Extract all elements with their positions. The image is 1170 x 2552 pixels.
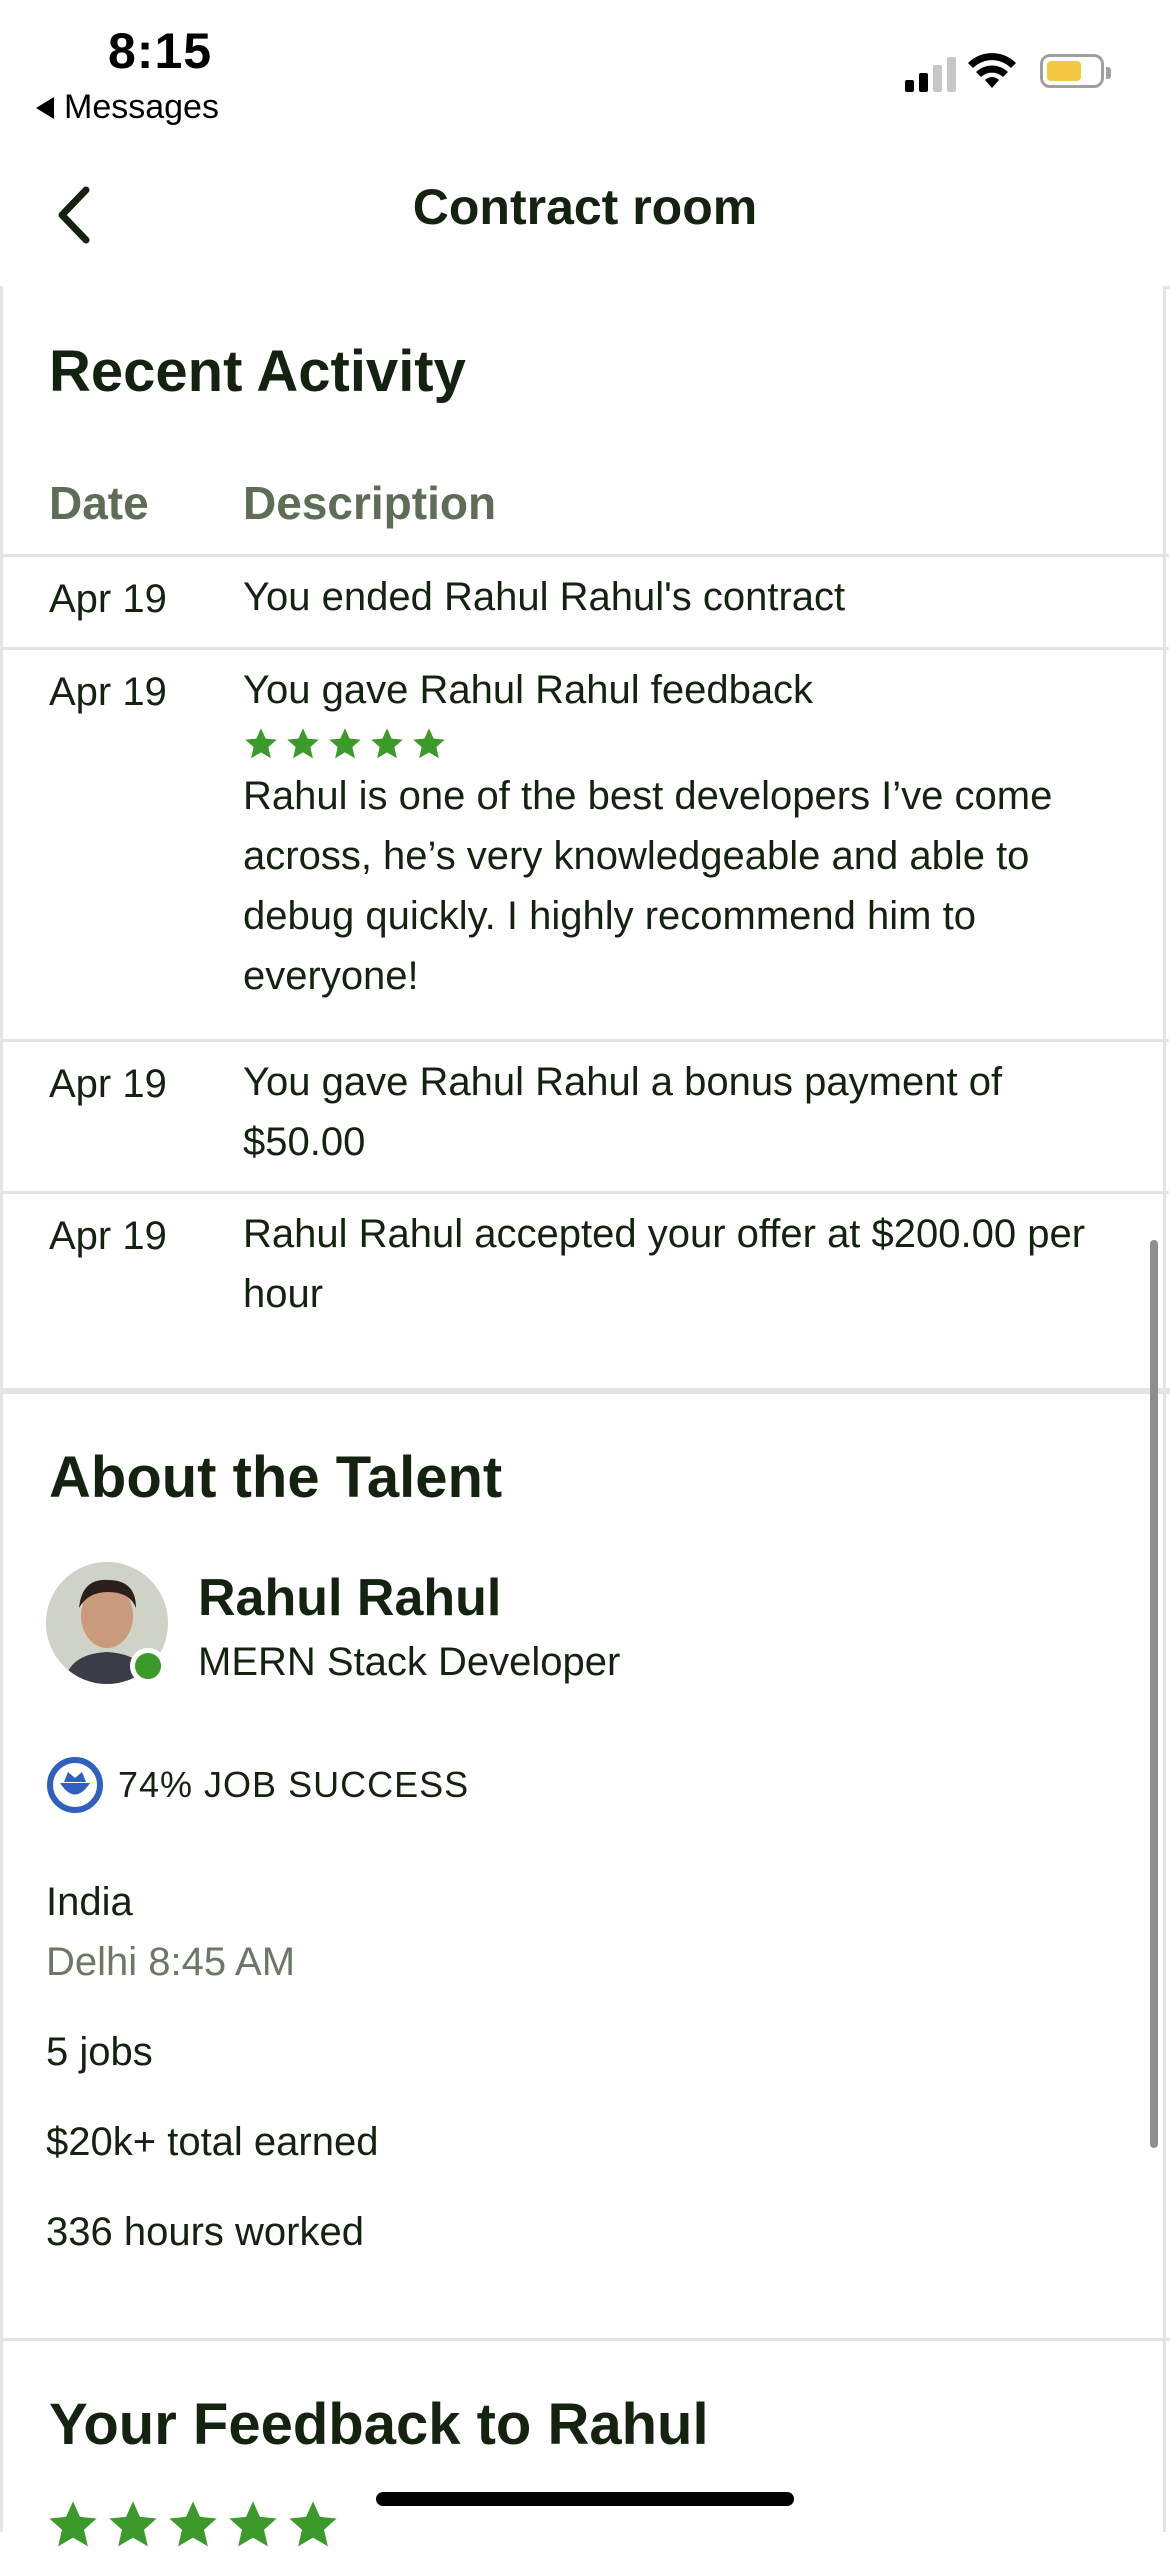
activity-description: You gave Rahul Rahul feedback xyxy=(243,668,814,712)
activity-row: Apr 19 You ended Rahul Rahul's contract xyxy=(3,554,1169,650)
about-talent-heading: About the Talent xyxy=(49,1445,503,1510)
navigation-bar: Contract room xyxy=(0,150,1170,289)
talent-country: India xyxy=(46,1880,133,1924)
activity-date: Apr 19 xyxy=(49,670,167,714)
scrollbar[interactable] xyxy=(1150,1240,1158,2148)
column-header-date: Date xyxy=(49,477,149,529)
star-icon xyxy=(329,728,361,759)
cellular-signal-icon xyxy=(905,54,956,92)
activity-feedback-block: You gave Rahul Rahul feedback Rahul is o… xyxy=(243,660,1123,1006)
activity-row: Apr 19 You gave Rahul Rahul a bonus paym… xyxy=(3,1039,1169,1194)
star-icon xyxy=(245,728,277,759)
activity-description: You ended Rahul Rahul's contract xyxy=(243,575,846,619)
recent-activity-panel: Recent Activity Date Description Apr 19 … xyxy=(0,286,1169,1388)
column-header-description: Description xyxy=(243,477,497,529)
status-time: 8:15 xyxy=(108,23,213,79)
star-icon xyxy=(289,2501,337,2547)
wifi-icon xyxy=(968,53,1016,88)
job-success-badge: 74% JOB SUCCESS xyxy=(46,1756,469,1814)
recent-activity-heading: Recent Activity xyxy=(49,339,466,404)
back-to-messages-link[interactable]: Messages xyxy=(36,88,219,127)
about-talent-panel: About the Talent xyxy=(0,1394,1166,2344)
feedback-heading: Your Feedback to Rahul xyxy=(49,2392,709,2457)
status-bar: 8:15 Messages xyxy=(0,0,1170,150)
activity-row: Apr 19 Rahul Rahul accepted your offer a… xyxy=(3,1191,1169,1384)
talent-hours: 336 hours worked xyxy=(46,2210,364,2254)
your-feedback-rating xyxy=(46,2498,340,2552)
activity-description: Rahul Rahul accepted your offer at $200.… xyxy=(243,1212,1086,1316)
activity-date: Apr 19 xyxy=(49,1062,167,1106)
talent-local-time: Delhi 8:45 AM xyxy=(46,1940,296,1984)
talent-name[interactable]: Rahul Rahul xyxy=(198,1568,501,1628)
star-icon xyxy=(49,2501,97,2547)
talent-role: MERN Stack Developer xyxy=(198,1640,621,1684)
activity-date: Apr 19 xyxy=(49,577,167,621)
home-indicator[interactable] xyxy=(376,2492,794,2506)
feedback-comment: Rahul is one of the best developers I’ve… xyxy=(243,774,1053,998)
star-icon xyxy=(371,728,403,759)
star-icon xyxy=(229,2501,277,2547)
star-icon xyxy=(169,2501,217,2547)
star-icon xyxy=(287,728,319,759)
back-triangle-icon xyxy=(36,96,54,119)
talent-jobs: 5 jobs xyxy=(46,2030,153,2074)
battery-icon xyxy=(1040,54,1111,88)
talent-earned: $20k+ total earned xyxy=(46,2120,379,2164)
activity-date: Apr 19 xyxy=(49,1214,167,1258)
crown-badge-icon xyxy=(47,1757,103,1813)
page-title: Contract room xyxy=(412,179,758,235)
activity-row: Apr 19 You gave Rahul Rahul feedback Rah… xyxy=(3,647,1169,1042)
back-app-label: Messages xyxy=(64,88,219,126)
star-icon xyxy=(413,728,445,759)
feedback-rating xyxy=(243,726,1123,762)
star-icon xyxy=(109,2501,157,2547)
online-status-indicator xyxy=(130,1648,166,1684)
activity-description: You gave Rahul Rahul a bonus payment of … xyxy=(243,1060,1003,1164)
job-success-label: 74% JOB SUCCESS xyxy=(118,1764,470,1805)
